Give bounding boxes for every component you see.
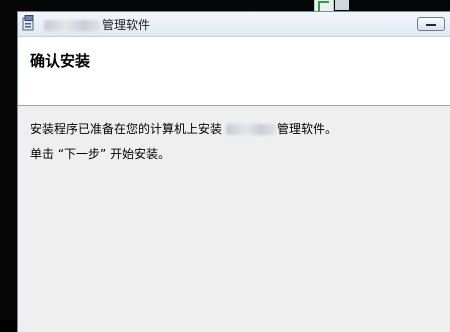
redacted-product-name [226,124,277,135]
desktop-background: 管理软件 确认安装 安装程序已准备在您的计算机上安装 管理软件。 单击 “下一步”… [0,0,450,332]
install-ready-message: 安装程序已准备在您的计算机上安装 管理软件。 [30,120,337,137]
next-step-instruction: 单击 “下一步” 开始安装。 [30,147,171,161]
installer-icon [22,15,34,31]
page-title: 确认安装 [30,52,91,70]
window-title: 管理软件 [44,16,150,33]
installer-window: 管理软件 确认安装 安装程序已准备在您的计算机上安装 管理软件。 单击 “下一步”… [17,11,450,332]
message-suffix: 管理软件。 [277,122,338,136]
redacted-product-name [44,20,100,31]
file-icon[interactable] [335,0,349,10]
minimize-button[interactable] [417,17,445,31]
header-panel: 确认安装 [18,37,450,106]
window-title-suffix: 管理软件 [102,18,151,32]
title-bar[interactable]: 管理软件 [18,12,450,37]
message-prefix: 安装程序已准备在您的计算机上安装 [30,122,223,136]
minimize-icon [426,24,436,26]
